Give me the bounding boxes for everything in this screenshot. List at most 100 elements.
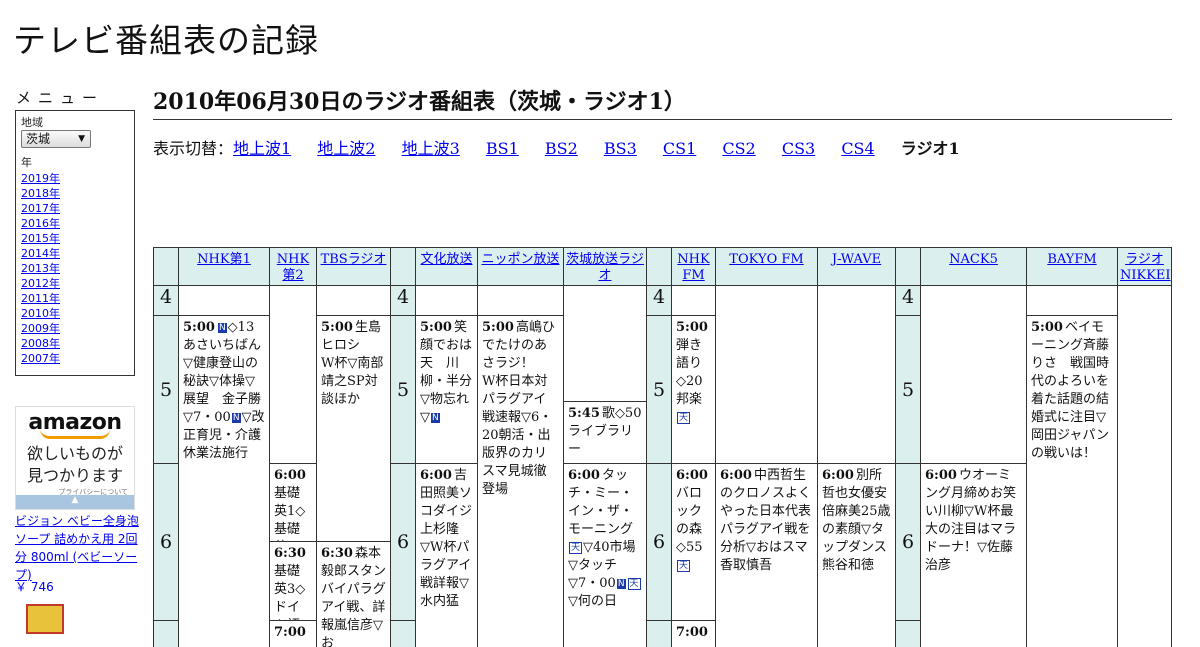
- hour-cell: [390, 620, 416, 647]
- program-cell-empty: [316, 285, 391, 316]
- program-cell[interactable]: 5:00 生島ヒロシ W杯▽南部靖之SP対談ほか: [316, 315, 391, 542]
- switch-link-cs2[interactable]: CS2: [722, 139, 755, 158]
- program-text: 中西哲生のクロノスよくやった日本代表パラグアイ戦を分析▽おはスマ香取慎吾: [720, 468, 812, 573]
- channel-link-nhkfm[interactable]: NHK FM: [677, 252, 709, 283]
- program-time: 5:00: [321, 320, 353, 335]
- channel-link-tbs[interactable]: TBSラジオ: [321, 252, 387, 267]
- channel-link-nippon[interactable]: ニッポン放送: [481, 252, 559, 267]
- year-link[interactable]: 2009年: [21, 322, 60, 335]
- program-cell[interactable]: 5:00 高嶋ひでたけのあさラジ！ W杯日本対パラグアイ戦速報▽6・20朝活・出版…: [477, 315, 564, 647]
- weather-icon: 天: [677, 560, 691, 572]
- hour-cell: 4: [390, 285, 416, 316]
- program-cell[interactable]: 5:00 笑顔でおは 天 川柳・半分▽物忘れ▽ N: [415, 315, 478, 464]
- program-cell-empty: [715, 285, 818, 464]
- channel-link-bayfm[interactable]: BAYFM: [1047, 252, 1096, 267]
- region-select[interactable]: 茨城 ▼: [21, 130, 91, 148]
- program-cell-empty: [178, 285, 270, 316]
- switch-link-bs1[interactable]: BS1: [486, 139, 519, 158]
- program-time: 6:00: [925, 468, 957, 483]
- channel-link-nhk1[interactable]: NHK第1: [197, 252, 251, 267]
- year-link[interactable]: 2007年: [21, 352, 60, 365]
- program-time: 5:00: [183, 320, 215, 335]
- year-link[interactable]: 2011年: [21, 292, 60, 305]
- switch-link-bs2[interactable]: BS2: [545, 139, 578, 158]
- program-text: ベイモーニング斉藤りさ 戦国時代のよろいを着た話題の結婚式に注目▽岡田ジャパンの…: [1031, 320, 1110, 461]
- program-text: 弾き語り◇20邦楽: [676, 338, 703, 407]
- year-link[interactable]: 2008年: [21, 337, 60, 350]
- program-cell-empty: [1026, 285, 1118, 316]
- hour-label: 6: [652, 531, 666, 553]
- ad-product-link[interactable]: ビジョン ベビー全身泡ソープ 詰めかえ用 2回分 800ml (ベビーソープ): [15, 512, 140, 584]
- program-cell[interactable]: 6:30 森本毅郎スタンバイパラグアイ戦、詳報嵐信彦▽お: [316, 541, 391, 647]
- channel-header: NACK5: [920, 247, 1027, 286]
- year-link[interactable]: 2010年: [21, 307, 60, 320]
- program-cell[interactable]: 6:00 ウオーミング月締めお笑い川柳▽W杯最大の注目はマラドーナ！▽佐藤治彦: [920, 463, 1027, 647]
- hour-cell: 5: [153, 315, 179, 464]
- channel-link-nack5[interactable]: NACK5: [949, 252, 998, 267]
- amazon-ad-banner[interactable]: amazon 欲しいものが 見つかります プライバシーについて ▲: [15, 406, 135, 510]
- channel-header: NHK第2: [269, 247, 317, 286]
- year-label: 年: [21, 156, 32, 169]
- channel-link-tokyofm[interactable]: TOKYO FM: [729, 252, 803, 267]
- program-time: 5:00: [420, 320, 452, 335]
- channel-header: ニッポン放送: [477, 247, 564, 286]
- channel-link-bunka[interactable]: 文化放送: [420, 252, 472, 267]
- amazon-logo: amazon: [28, 410, 122, 435]
- program-cell[interactable]: 7:00: [269, 620, 317, 647]
- program-cell[interactable]: 7:00: [671, 620, 716, 647]
- program-time: 6:00: [720, 468, 752, 483]
- program-cell[interactable]: 6:00 中西哲生のクロノスよくやった日本代表パラグアイ戦を分析▽おはスマ香取慎吾: [715, 463, 818, 647]
- program-time: 6:30: [274, 546, 306, 561]
- program-cell[interactable]: 6:00 別所哲也女優安倍麻美25歳の素顔▽タップダンス熊谷和徳: [817, 463, 896, 647]
- switch-link-cs1[interactable]: CS1: [663, 139, 696, 158]
- program-cell[interactable]: 6:30 基礎英3◇ドイツ語: [269, 541, 317, 621]
- channel-header: BAYFM: [1026, 247, 1118, 286]
- channel-header: NHK第1: [178, 247, 270, 286]
- program-cell[interactable]: 6:00 吉田照美ソコダイジ上杉隆▽W杯パラグアイ戦詳報▽水内猛: [415, 463, 478, 647]
- switch-link-terrestrial1[interactable]: 地上波1: [233, 139, 291, 158]
- channel-link-nhk2[interactable]: NHK第2: [277, 252, 309, 283]
- hour-header: [390, 247, 416, 286]
- program-time: 6:00: [274, 468, 306, 483]
- channel-link-ibaraki[interactable]: 茨城放送ラジオ: [566, 252, 644, 283]
- hour-cell: [895, 620, 921, 647]
- switch-link-terrestrial2[interactable]: 地上波2: [317, 139, 375, 158]
- program-cell[interactable]: 6:00 バロックの森◇55 天: [671, 463, 716, 621]
- weather-icon: 天: [627, 578, 641, 590]
- program-cell[interactable]: 6:00 タッチ・ミー・イン・ザ・モーニング天 ▽40市場▽タッチ▽7・00 N 天▽何…: [563, 463, 647, 647]
- channel-link-nikkei[interactable]: ラジオNIKKEI: [1120, 252, 1171, 283]
- program-cell[interactable]: 5:00 弾き語り◇20邦楽天: [671, 315, 716, 464]
- hour-label: 6: [901, 531, 915, 553]
- year-link[interactable]: 2017年: [21, 202, 60, 215]
- program-cell[interactable]: 5:00 N ◇13あさいちばん▽健康登山の秘訣▽体操▽展望 金子勝▽7・00 N ▽改…: [178, 315, 270, 647]
- year-link[interactable]: 2019年: [21, 172, 60, 185]
- site-title: テレビ番組表の記録: [13, 21, 319, 60]
- channel-header: NHK FM: [671, 247, 716, 286]
- year-link[interactable]: 2018年: [21, 187, 60, 200]
- program-time: 7:00: [274, 625, 306, 640]
- chevron-down-icon: ▼: [78, 134, 85, 144]
- hour-cell: 4: [895, 285, 921, 316]
- channel-link-jwave[interactable]: J-WAVE: [832, 252, 881, 267]
- year-link[interactable]: 2012年: [21, 277, 60, 290]
- year-link[interactable]: 2013年: [21, 262, 60, 275]
- program-cell-empty: [563, 285, 647, 402]
- switch-link-cs3[interactable]: CS3: [782, 139, 815, 158]
- year-link[interactable]: 2016年: [21, 217, 60, 230]
- switch-link-terrestrial3[interactable]: 地上波3: [402, 139, 460, 158]
- program-cell[interactable]: 5:45 歌◇50ライブラリー: [563, 401, 647, 464]
- year-link[interactable]: 2015年: [21, 232, 60, 245]
- program-cell[interactable]: 5:00 ベイモーニング斉藤りさ 戦国時代のよろいを着た話題の結婚式に注目▽岡田ジ…: [1026, 315, 1118, 647]
- program-cell-empty: [671, 285, 716, 316]
- program-time: 6:00: [568, 468, 600, 483]
- switch-link-bs3[interactable]: BS3: [604, 139, 637, 158]
- ad-expand-bar[interactable]: ▲: [16, 495, 134, 509]
- program-cell-empty: [269, 285, 317, 464]
- switch-link-cs4[interactable]: CS4: [841, 139, 874, 158]
- hour-label: 5: [901, 378, 915, 401]
- program-cell[interactable]: 6:00 基礎英1◇基礎英2: [269, 463, 317, 542]
- news-icon: N: [217, 323, 227, 333]
- program-text: 森本毅郎スタンバイパラグアイ戦、詳報嵐信彦▽お: [321, 546, 387, 647]
- year-link[interactable]: 2014年: [21, 247, 60, 260]
- program-time: 5:00: [676, 320, 708, 335]
